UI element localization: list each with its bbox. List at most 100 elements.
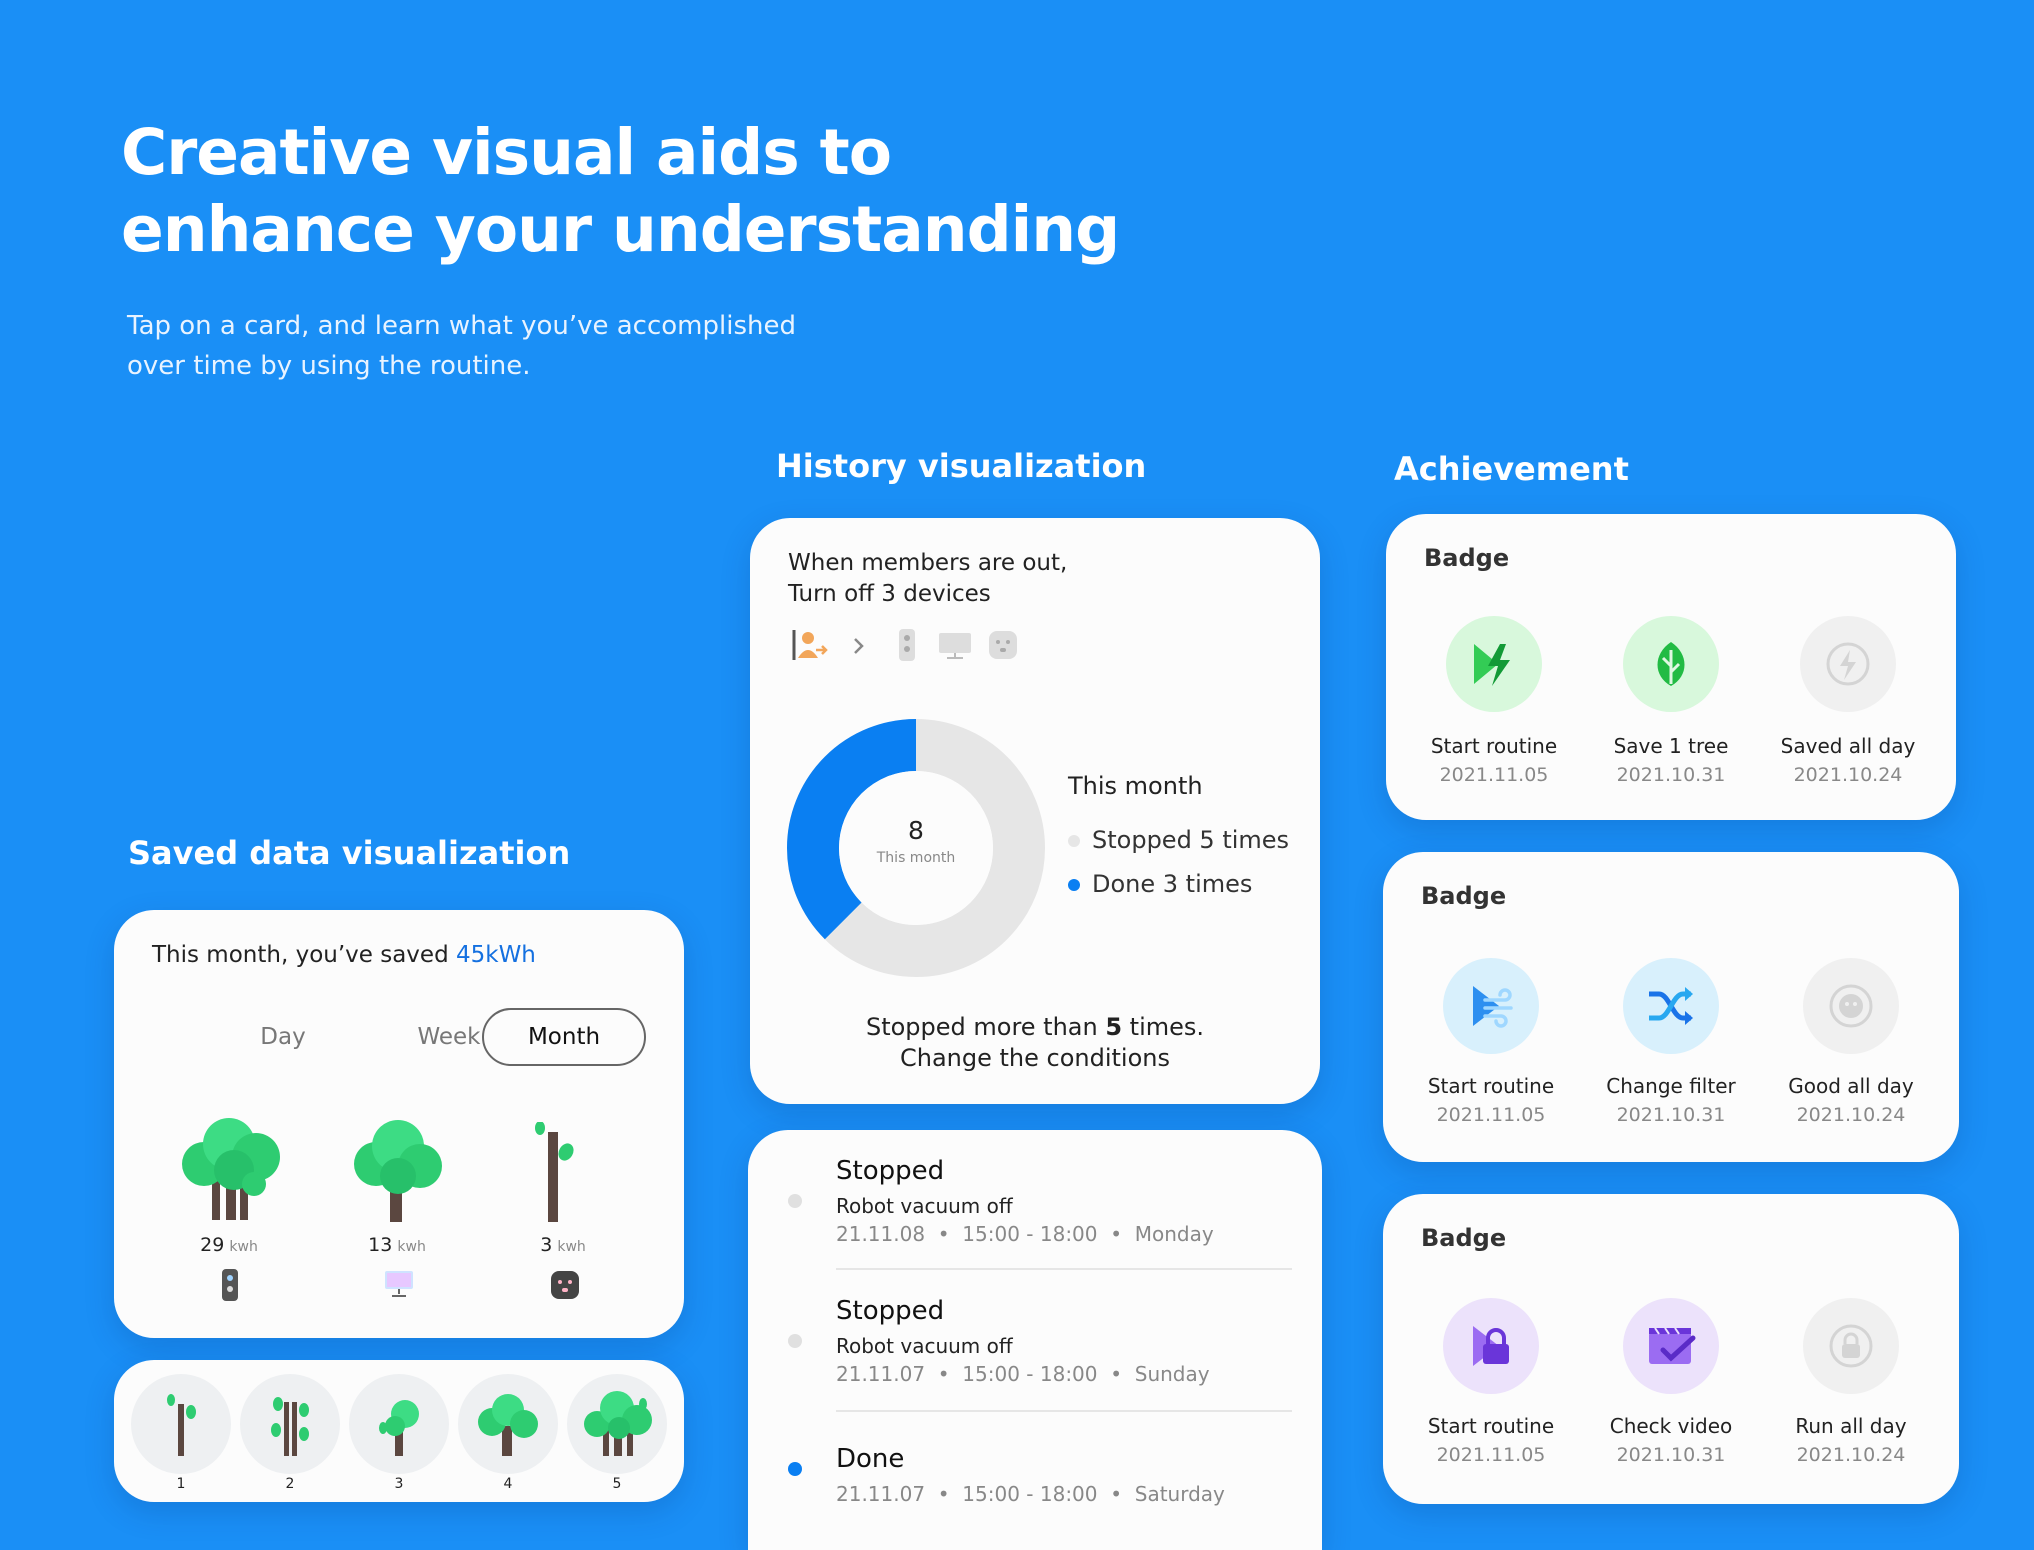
footer-count: 5	[1105, 1013, 1123, 1041]
badge-1-1-date: 2021.11.05	[1439, 764, 1549, 786]
chevron-right-icon	[854, 638, 864, 654]
hero-title-line-2: enhance your understanding	[121, 193, 1120, 266]
footer-prefix: Stopped more than	[865, 1013, 1106, 1041]
saved-item-2-value: 13	[368, 1234, 393, 1256]
tree-levels-card: 1 2 3 4 5	[114, 1360, 684, 1502]
badge-card-energy[interactable]: Badge Start routine Save 1 tree Saved al…	[1386, 514, 1956, 820]
hero-title: Creative visual aids to enhance your und…	[121, 114, 1120, 268]
hero-title-line-1: Creative visual aids to	[121, 116, 892, 189]
badge-2-2-date: 2021.10.31	[1616, 1104, 1726, 1126]
tree-level-3-label: 3	[394, 1476, 404, 1492]
air-purifier-device-icon	[899, 629, 915, 661]
tree-level-1-circle	[131, 1374, 231, 1474]
tv-device-icon	[939, 633, 971, 659]
log-3-status: Done	[836, 1444, 905, 1474]
saved-item-1: 29 kwh	[174, 1234, 284, 1256]
badge-2-1[interactable]	[1443, 958, 1539, 1054]
badge-card-security[interactable]: Badge Start routine Check video Run all …	[1383, 1194, 1959, 1504]
tab-day[interactable]: Day	[218, 1024, 348, 1050]
tree-level-5-label: 5	[612, 1476, 622, 1492]
donut-center	[839, 771, 993, 925]
face-locked-icon	[1829, 984, 1873, 1028]
log-2-desc: Robot vacuum off	[836, 1334, 1013, 1358]
badge-2-2[interactable]	[1623, 958, 1719, 1054]
badge-1-1[interactable]	[1446, 616, 1542, 712]
log-2-day: Sunday	[1134, 1362, 1210, 1386]
tree-large-icon	[182, 1118, 280, 1220]
mature-tree-icon	[478, 1394, 538, 1456]
history-title-line-1: When members are out,	[788, 550, 1068, 576]
log-3-time: 15:00 - 18:00	[962, 1482, 1098, 1506]
badge-3-3[interactable]	[1803, 1298, 1899, 1394]
saved-item-3-value: 3	[540, 1234, 553, 1256]
badge-2-3[interactable]	[1803, 958, 1899, 1054]
sapling-icon	[167, 1394, 196, 1456]
tree-level-2-circle	[240, 1374, 340, 1474]
log-2-sep-2: •	[1110, 1362, 1123, 1386]
plug-device-icon	[989, 631, 1017, 659]
badge-1-3-label: Saved all day	[1780, 734, 1916, 758]
badge-3-3-date: 2021.10.24	[1796, 1444, 1906, 1466]
log-1-sep-2: •	[1110, 1222, 1123, 1246]
history-title-line-2: Turn off 3 devices	[788, 581, 991, 607]
log-1-date: 21.11.08	[836, 1222, 926, 1246]
badge-1-2-date: 2021.10.31	[1616, 764, 1726, 786]
badge-2-2-label: Change filter	[1606, 1074, 1736, 1098]
log-1-status: Stopped	[836, 1156, 945, 1186]
energy-locked-icon	[1826, 642, 1870, 686]
log-3-date: 21.11.07	[836, 1482, 926, 1506]
legend-title: This month	[1068, 772, 1203, 800]
hero-subtitle-line-2: over time by using the routine.	[127, 351, 531, 381]
badge-3-2-date: 2021.10.31	[1616, 1444, 1726, 1466]
badge-1-1-label: Start routine	[1430, 734, 1558, 758]
log-2-sep-1: •	[937, 1362, 950, 1386]
badge-1-2-label: Save 1 tree	[1613, 734, 1729, 758]
log-1-day: Monday	[1134, 1222, 1214, 1246]
footer-suffix: times.	[1122, 1013, 1205, 1041]
saved-headline-value: 45kWh	[455, 942, 536, 968]
saved-item-3-unit: kwh	[557, 1239, 586, 1255]
saved-data-card[interactable]: This month, you’ve saved 45kWh Day Week …	[114, 910, 684, 1338]
energy-play-icon	[1474, 644, 1510, 686]
tree-level-5-circle	[567, 1374, 667, 1474]
leaf-icon	[1657, 642, 1685, 686]
badge-card-2-title: Badge	[1421, 882, 1507, 910]
badge-3-1[interactable]	[1443, 1298, 1539, 1394]
change-conditions-link[interactable]: Change the conditions	[900, 1044, 1170, 1072]
log-divider-1	[836, 1268, 1292, 1270]
legend-dot-stopped	[1068, 835, 1080, 847]
history-card[interactable]: When members are out, Turn off 3 devices…	[750, 518, 1320, 1104]
log-divider-2	[836, 1410, 1292, 1412]
tree-level-4-circle	[458, 1374, 558, 1474]
badge-2-1-date: 2021.11.05	[1436, 1104, 1546, 1126]
tree-level-1-label: 1	[176, 1476, 186, 1492]
badge-3-2-label: Check video	[1609, 1414, 1733, 1438]
growing-tree-icon	[379, 1400, 419, 1456]
badge-1-3[interactable]	[1800, 616, 1896, 712]
badge-card-air[interactable]: Badge Start routine Change filter Good a…	[1383, 852, 1959, 1162]
badge-3-2[interactable]	[1623, 1298, 1719, 1394]
saved-section-title: Saved data visualization	[128, 834, 571, 872]
achievement-section-title: Achievement	[1394, 450, 1629, 488]
lock-play-icon	[1473, 1326, 1509, 1366]
saved-headline-text: This month, you’ve saved	[152, 942, 456, 968]
history-donut-chart	[787, 719, 1045, 977]
saved-item-1-unit: kwh	[229, 1239, 258, 1255]
badge-1-2[interactable]	[1623, 616, 1719, 712]
tree-level-4-label: 4	[503, 1476, 513, 1492]
saved-item-2-unit: kwh	[397, 1239, 426, 1255]
legend-item-stopped: Stopped 5 times	[1068, 826, 1289, 854]
shuffle-icon	[1649, 987, 1693, 1025]
tv-icon	[385, 1271, 413, 1297]
tree-level-2-label: 2	[285, 1476, 295, 1492]
tab-month[interactable]: Month	[482, 1008, 646, 1066]
log-1-meta: 21.11.08 • 15:00 - 18:00 • Monday	[836, 1222, 1214, 1246]
history-section-title: History visualization	[776, 447, 1147, 485]
hero-subtitle: Tap on a card, and learn what you’ve acc…	[127, 306, 796, 386]
air-play-icon	[1473, 986, 1513, 1028]
tree-medium-icon	[354, 1120, 442, 1222]
legend-label-stopped: Stopped 5 times	[1092, 826, 1290, 854]
forest-tree-icon	[584, 1391, 652, 1456]
badge-card-1-title: Badge	[1424, 544, 1510, 572]
log-3-sep-1: •	[937, 1482, 950, 1506]
